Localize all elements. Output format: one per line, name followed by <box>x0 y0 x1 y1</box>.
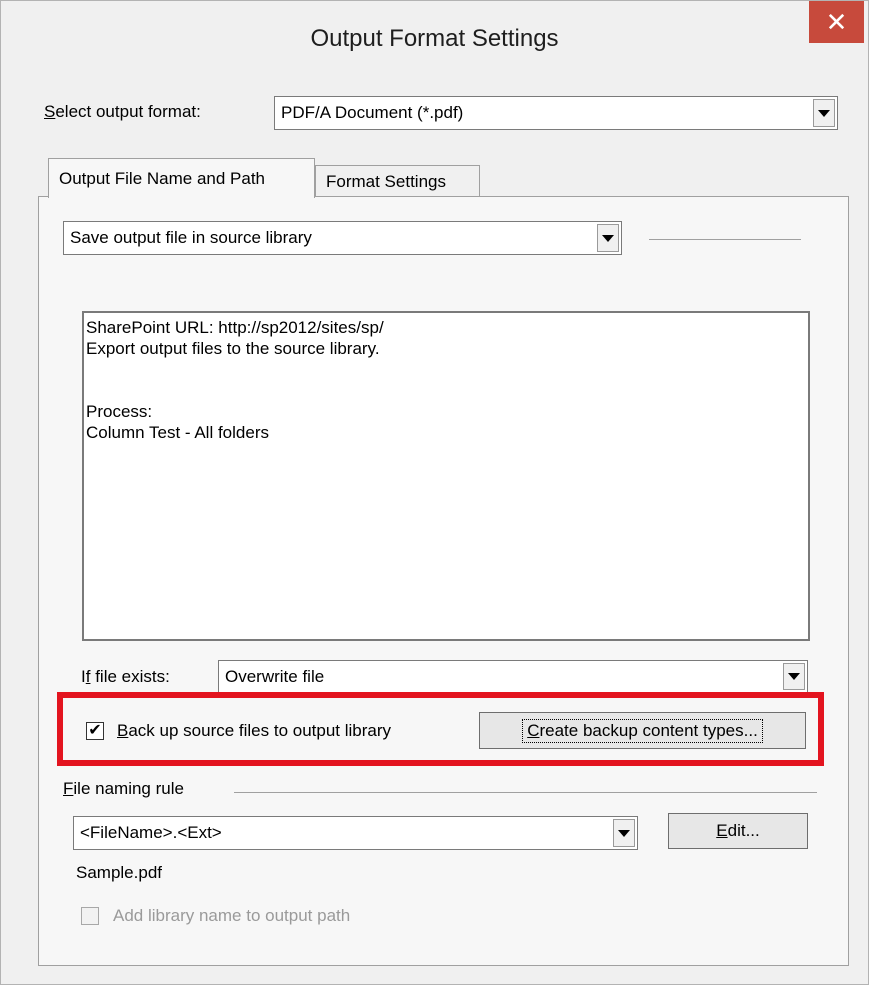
backup-checkbox[interactable]: ✔ <box>86 722 104 740</box>
output-format-settings-dialog: Output Format Settings ✕ Select output f… <box>0 0 869 985</box>
chevron-down-icon[interactable] <box>597 224 619 252</box>
tab-output-file-name-and-path[interactable]: Output File Name and Path <box>48 158 315 198</box>
add-library-name-label: Add library name to output path <box>113 906 351 925</box>
chevron-down-icon[interactable] <box>613 819 635 847</box>
save-location-value: Save output file in source library <box>70 228 312 247</box>
info-line: Column Test - All folders <box>86 423 269 442</box>
info-line: SharePoint URL: http://sp2012/sites/sp/ <box>86 318 384 337</box>
chevron-down-icon[interactable] <box>813 99 835 127</box>
chevron-down-icon[interactable] <box>783 663 805 690</box>
info-line: Export output files to the source librar… <box>86 339 380 358</box>
if-file-exists-value: Overwrite file <box>225 666 325 686</box>
divider <box>234 792 817 793</box>
create-backup-content-types-button[interactable]: Create backup content types... <box>479 712 806 749</box>
dialog-title: Output Format Settings <box>310 25 559 52</box>
sample-filename: Sample.pdf <box>76 863 162 882</box>
if-file-exists-select[interactable]: Overwrite file <box>218 660 808 693</box>
divider <box>649 239 801 240</box>
add-library-name-checkbox[interactable] <box>81 907 99 925</box>
title-bar: Output Format Settings ✕ <box>1 1 868 80</box>
output-format-select[interactable]: PDF/A Document (*.pdf) <box>274 96 838 130</box>
info-line: Process: <box>86 402 153 421</box>
tab-format-settings[interactable]: Format Settings <box>315 165 480 198</box>
edit-button[interactable]: Edit... <box>668 813 808 849</box>
file-naming-rule-value: <FileName>.<Ext> <box>80 823 222 842</box>
close-icon: ✕ <box>825 6 848 37</box>
file-naming-rule-label: File naming rule <box>63 779 184 798</box>
info-line <box>86 380 808 401</box>
backup-checkbox-label[interactable]: Back up source files to output library <box>117 721 391 741</box>
info-line <box>86 359 808 380</box>
process-info-box: SharePoint URL: http://sp2012/sites/sp/ … <box>82 311 810 641</box>
close-button[interactable]: ✕ <box>809 1 864 43</box>
save-location-select[interactable]: Save output file in source library <box>63 221 622 255</box>
output-format-label: Select output format: <box>44 102 201 121</box>
if-file-exists-label: If file exists: <box>81 667 170 686</box>
file-naming-rule-select[interactable]: <FileName>.<Ext> <box>73 816 638 850</box>
output-format-value: PDF/A Document (*.pdf) <box>281 103 464 122</box>
checkmark-icon: ✔ <box>88 722 102 739</box>
